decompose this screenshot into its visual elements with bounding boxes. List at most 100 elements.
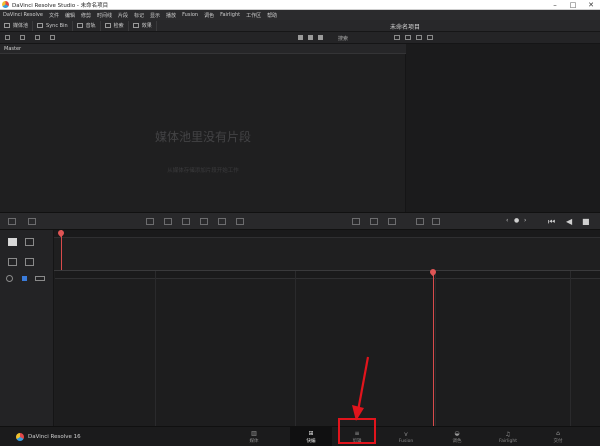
deliver-page-icon: ⌂ xyxy=(556,430,560,437)
play-reverse-icon[interactable]: ◀ xyxy=(566,217,572,226)
selection-tool-icon[interactable] xyxy=(8,238,17,246)
media-pool-panel[interactable]: 媒体池里没有片段 从媒体存储添加片段开始工作 xyxy=(0,54,406,212)
zoom-detail-icon[interactable] xyxy=(370,218,378,225)
fusion-page-icon: ⋎ xyxy=(403,430,409,438)
menu-item-edit[interactable]: 编辑 xyxy=(65,12,75,19)
bin-list-toggle-icon[interactable] xyxy=(5,35,10,40)
lower-timeline-tracks[interactable] xyxy=(55,267,600,426)
page-tab-cut[interactable]: ⊞ 快编 xyxy=(290,427,332,446)
index-icon xyxy=(104,23,111,28)
menu-item-view[interactable]: 显示 xyxy=(150,12,160,19)
jump-start-icon[interactable]: ⏮ xyxy=(548,217,555,227)
search-label[interactable]: 搜索 xyxy=(338,35,348,42)
media-pool-icon xyxy=(4,23,10,28)
jog-dot-icon[interactable]: ● xyxy=(514,217,519,224)
effects-button[interactable]: 效果 xyxy=(129,20,157,31)
lower-timeline-ruler[interactable] xyxy=(55,271,600,279)
playback-options-icon[interactable] xyxy=(432,218,440,225)
menu-item-clip[interactable]: 片段 xyxy=(118,12,128,19)
menu-item-file[interactable]: 文件 xyxy=(49,12,59,19)
sync-bin-button[interactable]: Sync Bin xyxy=(33,20,73,31)
bin-icon[interactable] xyxy=(20,35,25,40)
viewer-fullscreen-icon[interactable] xyxy=(427,35,433,40)
trim-tool-icon[interactable] xyxy=(25,238,34,246)
sync-bin-icon xyxy=(37,23,44,28)
upper-timeline[interactable] xyxy=(54,228,600,270)
window-title: DaVinci Resolve Studio - 未命名项目 xyxy=(12,2,109,9)
source-viewer[interactable] xyxy=(406,44,600,212)
refresh-icon[interactable] xyxy=(50,35,55,40)
menu-item-workspace[interactable]: 工作区 xyxy=(246,12,261,19)
media-pool-button[interactable]: 媒体池 xyxy=(0,20,34,31)
snap-icon[interactable] xyxy=(6,275,13,282)
edit-toolbar: ‹ ● › ⏮ ◀ ■ xyxy=(0,212,600,230)
metadata-view-icon[interactable] xyxy=(318,35,323,40)
effects-icon xyxy=(132,23,139,28)
smart-insert-icon[interactable] xyxy=(146,218,154,225)
thumbnail-view-icon[interactable] xyxy=(298,35,303,40)
stop-icon[interactable]: ■ xyxy=(582,217,590,226)
menu-item-mark[interactable]: 标记 xyxy=(134,12,144,19)
viewer-toolbar xyxy=(390,32,600,44)
index-button[interactable]: 检索 xyxy=(101,20,129,31)
menu-item-trim[interactable]: 修剪 xyxy=(81,12,91,19)
close-icon[interactable]: ✕ xyxy=(582,0,600,10)
menu-item-help[interactable]: 帮助 xyxy=(267,12,277,19)
page-tab-color[interactable]: ◒ 调色 xyxy=(436,427,478,446)
menu-item-resolve[interactable]: DaVinci Resolve xyxy=(3,12,43,18)
minimize-icon[interactable]: – xyxy=(546,0,564,10)
viewer-options-icon[interactable] xyxy=(416,35,422,40)
new-bin-icon[interactable] xyxy=(35,35,40,40)
resolve-logo-icon xyxy=(2,1,9,8)
window-title-bar: DaVinci Resolve Studio - 未命名项目 – □ ✕ xyxy=(0,0,600,10)
zoom-custom-icon[interactable] xyxy=(388,218,396,225)
viewer-mode-icon[interactable] xyxy=(394,35,400,40)
next-clip-icon[interactable]: › xyxy=(524,217,526,224)
timeline-tools-panel xyxy=(0,230,54,426)
ripple-overwrite-icon[interactable] xyxy=(182,218,190,225)
resolve-logo-icon xyxy=(16,433,24,441)
previous-clip-icon[interactable]: ‹ xyxy=(506,217,508,224)
lower-playhead[interactable] xyxy=(433,271,434,426)
page-tab-deliver[interactable]: ⌂ 交付 xyxy=(537,427,579,446)
cut-page-icon: ⊞ xyxy=(308,430,314,437)
append-icon[interactable] xyxy=(164,218,172,225)
page-tab-fusion[interactable]: ⋎ Fusion xyxy=(385,427,427,446)
menu-item-timeline[interactable]: 时间线 xyxy=(97,12,112,19)
menu-item-playback[interactable]: 播放 xyxy=(166,12,176,19)
track-gridline xyxy=(295,271,296,426)
menu-bar: DaVinci Resolve 文件 编辑 修剪 时间线 片段 标记 显示 播放… xyxy=(0,10,600,20)
blade-tool-icon[interactable] xyxy=(25,258,34,266)
brand-label: DaVinci Resolve 16 xyxy=(28,434,81,440)
timeline-view-icon[interactable] xyxy=(8,218,16,225)
brand: DaVinci Resolve 16 xyxy=(16,433,81,441)
blade-icon[interactable] xyxy=(28,218,36,225)
viewer-zoom-icon[interactable] xyxy=(405,35,411,40)
safe-area-icon[interactable] xyxy=(416,218,424,225)
media-page-icon: ▥ xyxy=(251,430,257,437)
menu-item-fusion[interactable]: Fusion xyxy=(182,12,198,18)
main-toolbar: 媒体池 Sync Bin 音轨 检索 效果 未命名项目 xyxy=(0,20,600,32)
audio-button[interactable]: 音轨 xyxy=(73,20,101,31)
page-tab-media[interactable]: ▥ 媒体 xyxy=(233,427,275,446)
linked-selection-icon[interactable] xyxy=(22,276,27,281)
place-on-top-icon[interactable] xyxy=(218,218,226,225)
page-tab-fairlight[interactable]: ♫ Fairlight xyxy=(487,427,529,446)
empty-pool-message: 媒体池里没有片段 xyxy=(154,130,251,144)
upper-timeline-ruler[interactable] xyxy=(54,230,600,238)
master-bin-header: Master xyxy=(0,44,406,54)
track-gridline xyxy=(435,271,436,426)
maximize-icon[interactable]: □ xyxy=(564,0,582,10)
zoom-fit-icon[interactable] xyxy=(352,218,360,225)
menu-item-fairlight[interactable]: Fairlight xyxy=(220,12,240,18)
fairlight-page-icon: ♫ xyxy=(505,430,511,438)
track-gridline xyxy=(570,271,571,426)
list-view-icon[interactable] xyxy=(308,35,313,40)
audio-scrub-icon[interactable] xyxy=(35,276,45,281)
close-up-icon[interactable] xyxy=(200,218,208,225)
menu-item-color[interactable]: 调色 xyxy=(204,12,214,19)
media-pool-toolbar: 搜索 xyxy=(0,32,406,44)
source-overwrite-icon[interactable] xyxy=(236,218,244,225)
dynamic-trim-icon[interactable] xyxy=(8,258,17,266)
master-bin-label[interactable]: Master xyxy=(4,46,21,52)
